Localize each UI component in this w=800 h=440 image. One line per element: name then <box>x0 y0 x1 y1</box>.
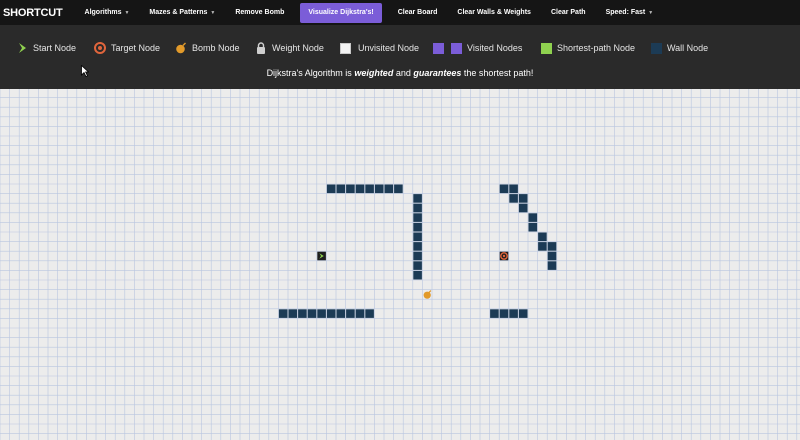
legend-wall-label: Wall Node <box>667 43 709 53</box>
wall-node <box>288 309 298 318</box>
legend-bar: Start Node Target Node Bomb Node Weight … <box>0 25 800 89</box>
grid-lines <box>0 89 800 440</box>
grid-board[interactable] <box>0 89 800 440</box>
legend-weight: Weight Node <box>255 40 324 56</box>
mouse-cursor-icon <box>81 65 89 77</box>
bomb-icon <box>176 42 186 54</box>
unvisited-swatch <box>340 42 351 54</box>
algorithms-dropdown[interactable]: Algorithms ▼ <box>75 0 140 25</box>
wall-node <box>326 309 336 318</box>
wall-node <box>490 309 499 318</box>
wall-node <box>413 203 422 213</box>
wall-node <box>317 309 326 318</box>
wall-node <box>518 194 528 203</box>
wall-node <box>547 251 557 261</box>
wall-node <box>374 184 384 194</box>
legend-wall: Wall Node <box>651 40 708 56</box>
wall-node <box>538 232 547 242</box>
bomb-fuse-icon <box>428 290 432 294</box>
target-icon <box>94 42 106 54</box>
wall-node <box>365 309 374 318</box>
legend-shortest: Shortest-path Node <box>541 40 635 56</box>
wall-node <box>355 184 365 194</box>
legend-target-label: Target Node <box>111 43 161 53</box>
visualize-button[interactable]: Visualize Dijkstra's! <box>300 2 382 23</box>
desc-mid: and <box>393 68 414 78</box>
start-arrow-icon <box>19 43 26 53</box>
clear-path-button[interactable]: Clear Path <box>541 0 596 25</box>
remove-bomb-button[interactable]: Remove Bomb <box>225 0 294 25</box>
wall-node <box>413 261 422 270</box>
legend-shortest-label: Shortest-path Node <box>557 43 636 53</box>
navbar: SHORTCUT Algorithms ▼ Mazes & Patterns ▼ R… <box>0 0 800 25</box>
wall-node <box>413 213 422 222</box>
shortest-swatch <box>541 42 552 54</box>
wall-node <box>509 184 518 194</box>
weight-icon <box>257 41 265 54</box>
clear-walls-button[interactable]: Clear Walls & Weights <box>447 0 541 25</box>
desc-weighted: weighted <box>354 68 394 78</box>
wall-node <box>394 184 403 194</box>
wall-node <box>298 309 307 318</box>
visited-swatch-1 <box>433 42 444 54</box>
wall-node <box>326 184 336 194</box>
wall-node <box>365 184 374 194</box>
legend-start-label: Start Node <box>33 43 77 53</box>
caret-down-icon: ▼ <box>210 9 216 16</box>
legend-start: Start Node <box>18 40 76 56</box>
legend-bomb: Bomb Node <box>175 40 240 56</box>
wall-node <box>413 194 422 203</box>
desc-post: the shortest path! <box>461 68 534 78</box>
wall-node <box>547 242 557 251</box>
wall-node <box>528 222 538 232</box>
legend-visited: Visited Nodes <box>433 40 522 56</box>
wall-node <box>413 232 422 242</box>
desc-guarantees: guarantees <box>413 68 462 78</box>
wall-node <box>346 309 355 318</box>
speed-label: Speed: Fast <box>605 9 646 16</box>
wall-node <box>528 213 538 222</box>
speed-dropdown[interactable]: Speed: Fast ▼ <box>596 0 664 25</box>
legend-weight-label: Weight Node <box>272 43 324 53</box>
wall-node <box>518 309 528 318</box>
caret-down-icon: ▼ <box>648 9 654 16</box>
wall-node <box>547 261 557 270</box>
wall-node <box>278 309 288 318</box>
brand-logo[interactable]: SHORTCUT <box>3 7 63 19</box>
algorithms-label: Algorithms <box>84 9 122 16</box>
visited-swatch-2 <box>451 42 462 54</box>
legend-unvisited-label: Unvisited Node <box>358 43 420 53</box>
wall-node <box>384 184 394 194</box>
algorithm-description: Dijkstra's Algorithm is weighted and gua… <box>0 68 800 78</box>
wall-node <box>509 309 518 318</box>
target-center-icon <box>502 254 506 258</box>
wall-node <box>307 309 317 318</box>
desc-pre: Dijkstra's Algorithm is <box>266 68 355 78</box>
wall-node <box>413 222 422 232</box>
wall-node <box>413 242 422 251</box>
legend-bomb-label: Bomb Node <box>192 43 240 53</box>
wall-node <box>336 184 346 194</box>
wall-node <box>499 309 509 318</box>
wall-node <box>336 309 346 318</box>
mazes-label: Mazes & Patterns <box>149 9 208 16</box>
wall-node <box>518 203 528 213</box>
legend-visited-label: Visited Nodes <box>467 43 523 53</box>
clear-board-button[interactable]: Clear Board <box>388 0 448 25</box>
bomb-node <box>423 291 431 299</box>
wall-swatch <box>651 42 662 54</box>
legend-unvisited: Unvisited Node <box>340 40 419 56</box>
wall-node <box>355 309 365 318</box>
wall-node <box>413 251 422 261</box>
wall-node <box>413 270 422 280</box>
legend-target: Target Node <box>94 40 160 56</box>
wall-node <box>538 242 547 251</box>
mazes-dropdown[interactable]: Mazes & Patterns ▼ <box>139 0 225 25</box>
caret-down-icon: ▼ <box>124 9 130 16</box>
wall-node <box>346 184 355 194</box>
wall-node <box>509 194 518 203</box>
wall-node <box>499 184 509 194</box>
